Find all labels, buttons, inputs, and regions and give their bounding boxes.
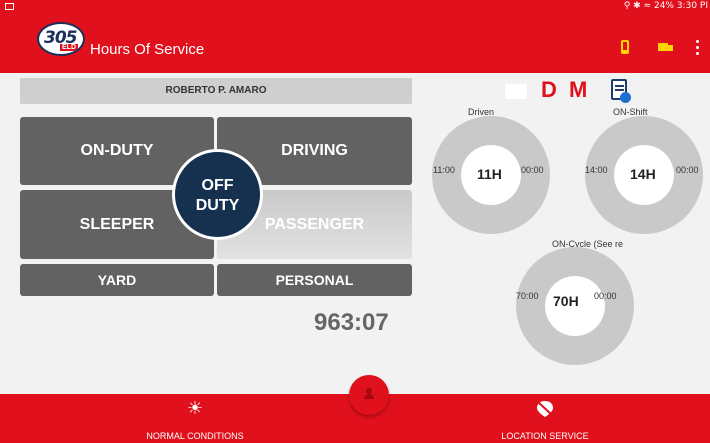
app-title: Hours Of Service bbox=[90, 41, 205, 58]
driven-hours: 11H bbox=[477, 166, 502, 182]
location-service-button[interactable]: LOCATION SERVICE bbox=[480, 394, 610, 443]
on-cycle-right-value: 00:00 bbox=[594, 291, 617, 301]
driving-label: DRIVING bbox=[281, 142, 348, 159]
person-icon bbox=[364, 388, 374, 400]
yard-label: YARD bbox=[97, 272, 137, 288]
sun-icon: ☀ bbox=[186, 398, 204, 418]
mail-icon[interactable] bbox=[505, 84, 527, 99]
image-icon bbox=[5, 3, 14, 10]
more-vert-icon[interactable] bbox=[695, 40, 701, 56]
clipboard-check-icon[interactable] bbox=[609, 77, 631, 105]
indicator-m[interactable]: M bbox=[569, 77, 587, 103]
driven-left-value: 11:00 bbox=[433, 165, 455, 175]
driven-right-value: 00:00 bbox=[521, 165, 544, 175]
status-bar: ⚲ ✱ ≈ 24% 3:30 PI bbox=[0, 0, 710, 14]
phone-icon[interactable] bbox=[617, 40, 633, 56]
personal-button[interactable]: PERSONAL bbox=[217, 264, 412, 296]
truck-icon[interactable] bbox=[658, 40, 674, 56]
elapsed-timer: 963:07 bbox=[314, 309, 389, 336]
indicator-d[interactable]: D bbox=[541, 77, 557, 103]
normal-conditions-button[interactable]: ☀ NORMAL CONDITIONS bbox=[130, 394, 260, 443]
on-shift-hours: 14H bbox=[630, 166, 656, 182]
yard-button[interactable]: YARD bbox=[20, 264, 214, 296]
off-duty-button[interactable]: OFF DUTY bbox=[172, 149, 263, 240]
on-shift-right-value: 00:00 bbox=[676, 165, 699, 175]
sleeper-label: SLEEPER bbox=[79, 216, 155, 233]
off-duty-line1: OFF bbox=[201, 177, 234, 194]
passenger-label: PASSENGER bbox=[264, 216, 365, 233]
logo-badge: ELD bbox=[60, 44, 78, 51]
app-logo: 305 ELD bbox=[37, 22, 85, 56]
status-text: 24% 3:30 PI bbox=[653, 1, 708, 11]
on-cycle-left-value: 70:00 bbox=[516, 291, 539, 301]
status-right: ⚲ ✱ ≈ 24% 3:30 PI bbox=[623, 1, 708, 11]
driver-fab-button[interactable] bbox=[349, 375, 389, 415]
location-service-label: LOCATION SERVICE bbox=[501, 431, 589, 441]
off-duty-line2: DUTY bbox=[195, 197, 240, 214]
normal-conditions-label: NORMAL CONDITIONS bbox=[146, 431, 244, 441]
on-shift-left-value: 14:00 bbox=[585, 165, 608, 175]
on-duty-label: ON-DUTY bbox=[80, 142, 154, 159]
driver-name[interactable]: ROBERTO P. AMARO bbox=[20, 78, 412, 104]
location-off-icon bbox=[480, 399, 610, 417]
on-cycle-hours: 70H bbox=[553, 293, 579, 309]
personal-label: PERSONAL bbox=[275, 272, 354, 288]
